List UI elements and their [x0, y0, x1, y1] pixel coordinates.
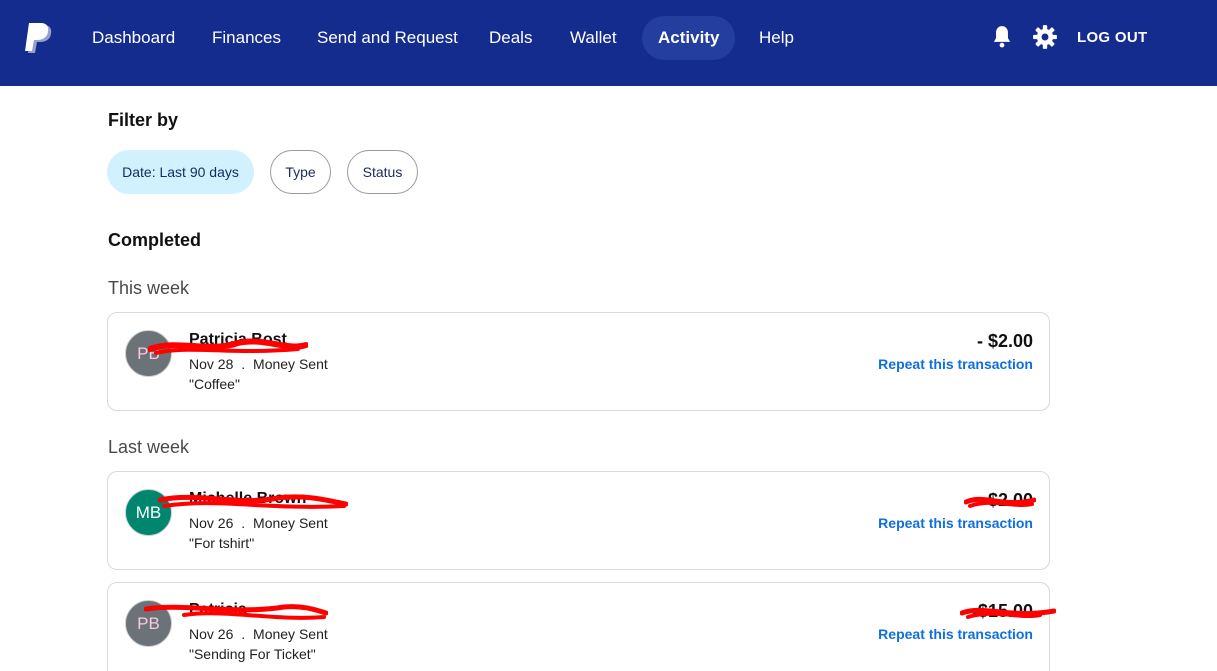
avatar: PB [125, 600, 172, 647]
transaction-date: Nov 26 [189, 515, 234, 531]
transaction-type: Money Sent [253, 515, 328, 531]
transaction-amount: -$15.00 [971, 601, 1033, 621]
transaction-name: Patricia Bost [189, 331, 287, 348]
section-title-completed: Completed [108, 230, 202, 250]
nav-finances[interactable]: Finances [212, 16, 281, 60]
filter-chip-status[interactable]: Status [347, 150, 418, 194]
transaction-note: "For tshirt" [189, 535, 255, 551]
transaction-meta: Nov 26 . Money Sent [189, 626, 328, 642]
meta-separator: . [241, 356, 246, 372]
transaction-note: "Sending For Ticket" [189, 646, 316, 662]
repeat-transaction-link[interactable]: Repeat this transaction [878, 515, 1033, 531]
group-title-this-week: This week [108, 278, 190, 298]
paypal-logo-icon[interactable] [24, 23, 54, 55]
transaction-card[interactable]: PB Patricia Bost Nov 28 . Money Sent "Co… [107, 312, 1050, 411]
transaction-type: Money Sent [253, 626, 328, 642]
transaction-card[interactable]: MB Michelle Brown Nov 26 . Money Sent "F… [107, 471, 1050, 570]
nav-deals[interactable]: Deals [489, 16, 532, 60]
transaction-note: "Coffee" [189, 376, 240, 392]
transaction-meta: Nov 26 . Money Sent [189, 515, 328, 531]
filter-title: Filter by [108, 110, 179, 130]
nav-help[interactable]: Help [759, 16, 794, 60]
transaction-card[interactable]: PB Patricia Nov 26 . Money Sent "Sending… [107, 582, 1056, 671]
nav-send-and-request[interactable]: Send and Request [317, 16, 458, 60]
top-navigation-bar: Dashboard Finances Send and Request Deal… [0, 0, 1217, 86]
nav-dashboard[interactable]: Dashboard [92, 16, 175, 60]
repeat-transaction-link[interactable]: Repeat this transaction [878, 356, 1033, 372]
meta-separator: . [241, 515, 246, 531]
logout-button[interactable]: LOG OUT [1077, 16, 1147, 60]
nav-activity[interactable]: Activity [642, 16, 736, 60]
repeat-transaction-link[interactable]: Repeat this transaction [878, 626, 1033, 642]
gear-icon[interactable] [1032, 24, 1058, 50]
transaction-amount: - $2.00 [976, 331, 1033, 351]
group-title-last-week: Last week [108, 437, 190, 457]
filter-chip-date[interactable]: Date: Last 90 days [107, 150, 254, 194]
nav-wallet[interactable]: Wallet [570, 16, 617, 60]
avatar: MB [125, 489, 172, 536]
avatar: PB [125, 330, 172, 377]
filter-chip-type[interactable]: Type [270, 150, 331, 194]
transaction-name: Michelle Brown [189, 490, 307, 507]
transaction-type: Money Sent [253, 356, 328, 372]
transaction-meta: Nov 28 . Money Sent [189, 356, 328, 372]
transaction-date: Nov 28 [189, 356, 234, 372]
transaction-amount: -$2.00 [981, 490, 1033, 510]
meta-separator: . [241, 626, 246, 642]
transaction-name: Patricia [189, 601, 247, 618]
transaction-date: Nov 26 [189, 626, 234, 642]
bell-icon[interactable] [989, 24, 1015, 50]
